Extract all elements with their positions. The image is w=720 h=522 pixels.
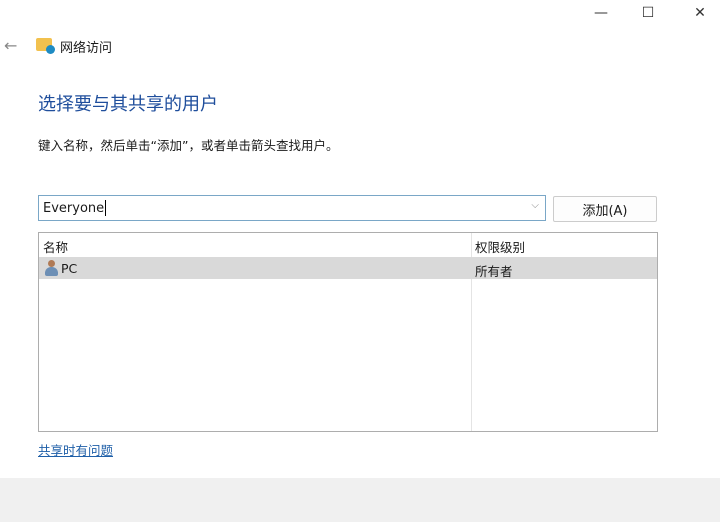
- sharing-help-link[interactable]: 共享时有问题: [38, 440, 113, 459]
- list-header: 名称 权限级别: [39, 233, 657, 255]
- footer-bar: [0, 478, 720, 522]
- close-button[interactable]: ✕: [677, 0, 720, 26]
- column-header-permission[interactable]: 权限级别: [475, 237, 525, 256]
- window-title: 网络访问: [60, 41, 113, 56]
- page-heading: 选择要与其共享的用户: [38, 94, 218, 115]
- user-name: PC: [61, 261, 78, 276]
- maximize-button[interactable]: ☐: [625, 0, 671, 26]
- user-list[interactable]: 名称 权限级别 PC 所有者: [38, 232, 658, 432]
- user-icon: [45, 260, 58, 276]
- minimize-button[interactable]: —: [578, 0, 624, 26]
- user-name-combobox[interactable]: Everyone ⌵: [38, 195, 546, 221]
- text-caret: [105, 200, 107, 216]
- network-folder-icon: [36, 38, 55, 54]
- combo-value: Everyone: [43, 200, 105, 216]
- permission-level[interactable]: 所有者: [475, 261, 513, 280]
- list-item[interactable]: PC 所有者: [39, 257, 657, 279]
- chevron-down-icon[interactable]: ⌵: [531, 200, 539, 211]
- instruction-text: 键入名称，然后单击“添加”，或者单击箭头查找用户。: [38, 138, 339, 153]
- add-button[interactable]: 添加(A): [553, 196, 657, 222]
- back-arrow-icon[interactable]: ←: [4, 36, 17, 55]
- column-header-name[interactable]: 名称: [43, 237, 68, 256]
